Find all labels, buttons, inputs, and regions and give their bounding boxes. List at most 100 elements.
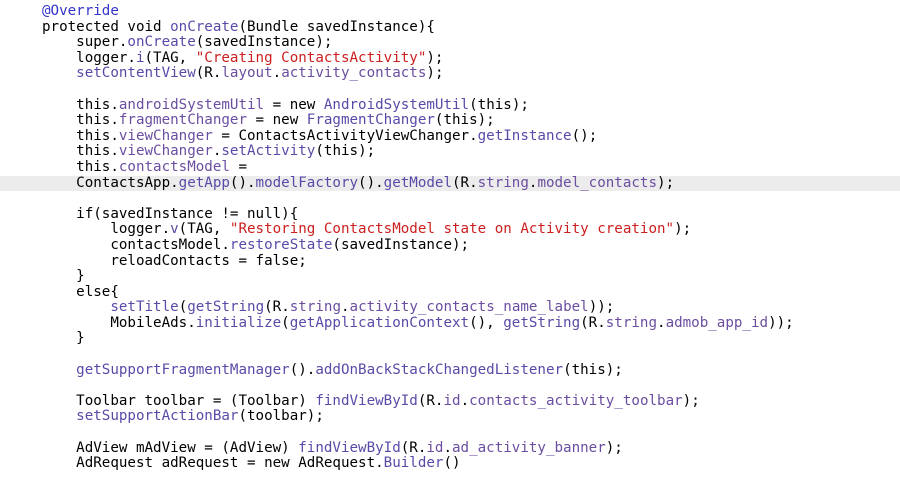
code-token: contactsModel. xyxy=(42,236,230,253)
code-token: string xyxy=(605,314,658,331)
code-token: this. xyxy=(42,112,119,129)
code-token: setSupportActionBar xyxy=(76,408,239,425)
code-token: (savedInstance); xyxy=(195,34,333,51)
code-token: this. xyxy=(42,158,119,175)
code-token: model_contacts xyxy=(537,174,658,191)
code-line[interactable]: this.androidSystemUtil = new AndroidSyst… xyxy=(0,96,900,114)
code-line[interactable]: setSupportActionBar(toolbar); xyxy=(0,409,900,425)
code-token: AndroidSystemUtil xyxy=(323,96,470,113)
code-line[interactable]: protected void onCreate(Bundle savedInst… xyxy=(0,18,900,36)
code-token: getSupportFragmentManager xyxy=(76,361,290,378)
code-token: (this); xyxy=(315,143,376,160)
code-token: getString xyxy=(187,299,265,316)
code-token: (R. xyxy=(580,314,606,331)
code-line[interactable]: setTitle(getString(R.string.activity_con… xyxy=(0,299,900,316)
code-token: @Override xyxy=(42,3,119,19)
code-line[interactable] xyxy=(0,347,900,363)
code-token: addOnBackStackChangedListener xyxy=(315,361,564,378)
code-line[interactable]: reloadContacts = false; xyxy=(0,253,900,270)
code-token: layout xyxy=(221,65,273,82)
code-token: ( xyxy=(178,299,188,316)
code-token: FragmentChanger xyxy=(306,112,435,129)
code-token: )); xyxy=(588,299,615,316)
code-token: string xyxy=(289,299,341,316)
code-token: = new xyxy=(247,112,307,129)
code-token: super. xyxy=(42,34,128,51)
code-token: getApplicationContext xyxy=(289,314,470,331)
code-line[interactable] xyxy=(0,82,900,98)
code-token: MobileAds. xyxy=(42,314,196,331)
code-line[interactable]: this.viewChanger.setActivity(this); xyxy=(0,144,900,160)
code-token: = ContactsActivityViewChanger. xyxy=(212,127,478,144)
code-token: string xyxy=(477,174,529,191)
code-token: (this); xyxy=(434,112,495,129)
code-token: id xyxy=(443,392,461,409)
code-token: . xyxy=(272,65,282,82)
code-line[interactable]: super.onCreate(savedInstance); xyxy=(0,34,900,51)
code-token: viewChanger xyxy=(118,127,213,144)
code-token: ); xyxy=(426,65,444,82)
code-line[interactable] xyxy=(0,191,900,207)
code-token: getString xyxy=(503,314,581,331)
code-token: } xyxy=(42,268,85,285)
code-editor[interactable]: @Override protected void onCreate(Bundle … xyxy=(0,0,900,500)
code-line[interactable]: this.contactsModel = xyxy=(0,158,900,176)
code-line[interactable]: logger.v(TAG, "Restoring ContactsModel s… xyxy=(0,222,900,238)
code-token: (), xyxy=(469,314,504,331)
code-token: getInstance xyxy=(477,127,572,144)
code-token: (R. xyxy=(452,174,478,191)
code-token: logger. xyxy=(42,221,171,238)
code-line[interactable]: } xyxy=(0,331,900,347)
code-token: (this); xyxy=(469,96,529,113)
code-token: getModel xyxy=(383,174,453,191)
code-line[interactable]: setContentView(R.layout.activity_contact… xyxy=(0,66,900,82)
code-line[interactable]: Toolbar toolbar = (Toolbar) findViewById… xyxy=(0,392,900,410)
code-token: (TAG, xyxy=(144,49,196,66)
code-line[interactable]: AdRequest adRequest = new AdRequest.Buil… xyxy=(0,455,900,472)
code-line[interactable]: this.fragmentChanger = new FragmentChang… xyxy=(0,112,900,129)
code-line[interactable]: if(savedInstance != null){ xyxy=(0,205,900,223)
code-line[interactable]: ContactsApp.getApp().modelFactory().getM… xyxy=(0,174,900,192)
code-token: = xyxy=(229,158,248,175)
code-token: (). xyxy=(229,174,256,191)
code-line[interactable]: MobileAds.initialize(getApplicationConte… xyxy=(0,314,900,332)
code-token: else{ xyxy=(42,283,119,300)
code-token: (R. xyxy=(400,439,427,456)
code-line[interactable]: this.viewChanger = ContactsActivityViewC… xyxy=(0,127,900,145)
code-token: (this); xyxy=(563,361,623,378)
code-token: ); xyxy=(657,174,675,191)
code-token: activity_contacts_name_label xyxy=(349,299,589,316)
code-line[interactable]: AdView mAdView = (AdView) findViewById(R… xyxy=(0,439,900,457)
code-line[interactable]: logger.i(TAG, "Creating ContactsActivity… xyxy=(0,49,900,67)
code-line[interactable]: } xyxy=(0,268,900,285)
code-token: (R. xyxy=(195,65,222,82)
code-token: ad_activity_banner xyxy=(452,439,606,456)
code-token: this. xyxy=(42,96,119,113)
code-token: if(savedInstance != null){ xyxy=(42,205,299,222)
code-line[interactable]: else{ xyxy=(0,283,900,301)
code-token: )); xyxy=(768,314,794,331)
code-token: v xyxy=(170,221,179,238)
code-token: findViewById xyxy=(298,439,401,456)
code-token: androidSystemUtil xyxy=(118,96,265,113)
code-token: ( xyxy=(281,314,290,331)
code-line[interactable] xyxy=(0,378,900,394)
code-token: getApp xyxy=(178,174,230,191)
code-token: AdRequest adRequest = new AdRequest. xyxy=(42,455,384,472)
code-token: (Bundle savedInstance){ xyxy=(238,18,435,35)
code-token: (R. xyxy=(264,299,290,316)
code-line[interactable] xyxy=(0,425,900,441)
code-token: () xyxy=(443,455,461,472)
code-token: ); xyxy=(426,49,444,66)
code-token: setActivity xyxy=(221,143,316,160)
code-token: ); xyxy=(682,392,700,409)
code-line[interactable]: contactsModel.restoreState(savedInstance… xyxy=(0,236,900,254)
code-token: Toolbar toolbar = (Toolbar) xyxy=(42,392,316,409)
code-token: ); xyxy=(605,439,623,456)
code-token: contactsModel xyxy=(118,158,230,175)
code-line[interactable]: @Override xyxy=(0,3,900,20)
code-line[interactable]: getSupportFragmentManager().addOnBackSta… xyxy=(0,361,900,379)
code-token: fragmentChanger xyxy=(118,112,247,129)
code-token: initialize xyxy=(195,314,282,331)
